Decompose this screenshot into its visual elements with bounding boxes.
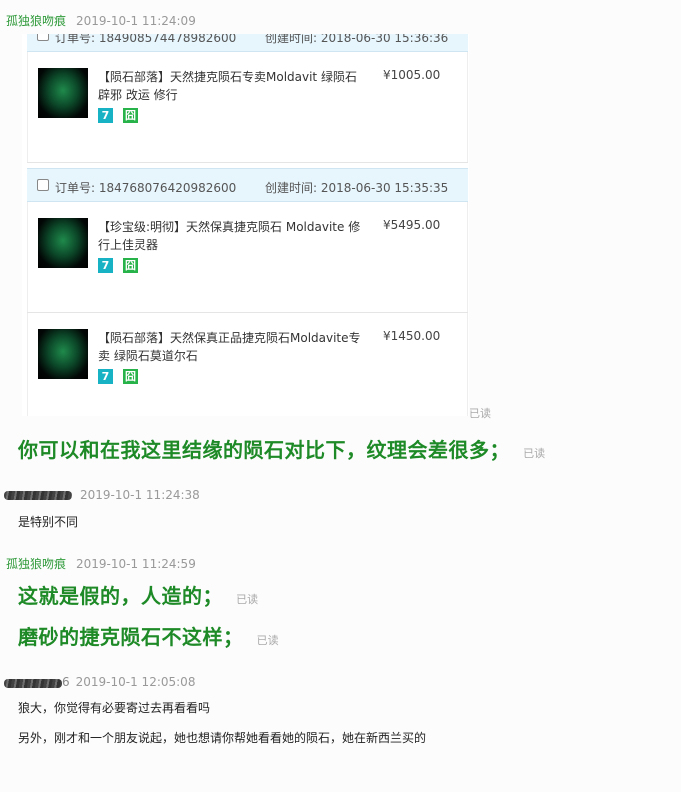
order-item: 【珍宝级:明彻】天然保真捷克陨石 Moldavite 修行上佳灵器 ¥5495.… <box>27 202 468 312</box>
message-text-large: 磨砂的捷克陨石不这样； <box>18 625 244 649</box>
service-tag-icon: 7 <box>98 258 113 273</box>
product-thumbnail <box>38 68 88 118</box>
message-text: 狼大，你觉得有必要寄过去再看看吗 <box>18 701 211 715</box>
order-checkbox <box>37 34 49 41</box>
sender-name-suffix: 6 <box>62 675 70 689</box>
redacted-sender-name <box>4 679 62 688</box>
message-header: 孤独狼吻痕 2019-10-1 11:24:59 <box>6 555 196 572</box>
timestamp: 2019-10-1 11:24:09 <box>76 14 196 28</box>
message-header: 6 2019-10-1 12:05:08 <box>62 675 195 689</box>
order-item: 【陨石部落】天然保真正品捷克陨石Moldavite专卖 绿陨石莫道尔石 ¥145… <box>27 313 468 416</box>
message-bubble: 这就是假的，人造的； 已读 <box>18 580 258 609</box>
message-text-large: 你可以和在我这里结缘的陨石对比下，纹理会差很多； <box>18 438 510 462</box>
order-number: 订单号: 184908574478982600 <box>55 34 237 45</box>
service-tag-icon: 囧 <box>123 369 138 384</box>
product-title: 【陨石部落】天然保真正品捷克陨石Moldavite专卖 绿陨石莫道尔石 <box>98 331 361 363</box>
message-bubble: 你可以和在我这里结缘的陨石对比下，纹理会差很多； 已读 <box>18 434 545 463</box>
service-tag-icon: 7 <box>98 108 113 123</box>
timestamp: 2019-10-1 11:24:59 <box>76 557 196 571</box>
read-status: 已读 <box>469 407 491 420</box>
message-text: 另外，刚才和一个朋友说起，她也想请你帮她看看她的陨石，她在新西兰买的 <box>18 731 427 745</box>
order-screenshot-image[interactable]: 订单号: 184908574478982600 创建时间: 2018-06-30… <box>22 34 469 416</box>
order-created-time: 创建时间: 2018-06-30 15:36:36 <box>265 34 449 45</box>
message-header: 2019-10-1 11:24:38 <box>70 488 200 502</box>
divider <box>27 162 468 163</box>
timestamp: 2019-10-1 11:24:38 <box>80 488 200 502</box>
order-header: 订单号: 184908574478982600 创建时间: 2018-06-30… <box>27 34 468 52</box>
order-number: 订单号: 184768076420982600 <box>55 181 237 195</box>
order-created-time: 创建时间: 2018-06-30 15:35:35 <box>265 181 449 195</box>
read-status: 已读 <box>523 447 546 460</box>
service-tag-icon: 囧 <box>123 108 138 123</box>
product-price: ¥1450.00 <box>383 329 441 343</box>
order-item: 【陨石部落】天然捷克陨石专卖Moldavit 绿陨石 辟邪 改运 修行 ¥100… <box>27 52 468 162</box>
read-status: 已读 <box>256 634 279 647</box>
timestamp: 2019-10-1 12:05:08 <box>75 675 196 689</box>
redacted-sender-name <box>4 491 72 500</box>
sender-name[interactable]: 孤独狼吻痕 <box>6 557 66 571</box>
order-header: 订单号: 184768076420982600 创建时间: 2018-06-30… <box>27 168 468 202</box>
message-text-large: 这就是假的，人造的； <box>18 584 223 608</box>
product-thumbnail <box>38 329 88 379</box>
product-title: 【陨石部落】天然捷克陨石专卖Moldavit 绿陨石 辟邪 改运 修行 <box>98 70 357 102</box>
sender-name[interactable]: 孤独狼吻痕 <box>6 14 66 28</box>
order-checkbox <box>37 179 49 191</box>
message-bubble: 磨砂的捷克陨石不这样； 已读 <box>18 621 279 650</box>
product-price: ¥5495.00 <box>383 218 441 232</box>
product-price: ¥1005.00 <box>383 68 441 82</box>
message-header: 孤独狼吻痕 2019-10-1 11:24:09 <box>6 12 196 29</box>
message-text: 是特别不同 <box>18 515 79 529</box>
service-tag-icon: 囧 <box>123 258 138 273</box>
service-tag-icon: 7 <box>98 369 113 384</box>
product-thumbnail <box>38 218 88 268</box>
product-title: 【珍宝级:明彻】天然保真捷克陨石 Moldavite 修行上佳灵器 <box>98 220 361 252</box>
read-status: 已读 <box>236 593 259 606</box>
